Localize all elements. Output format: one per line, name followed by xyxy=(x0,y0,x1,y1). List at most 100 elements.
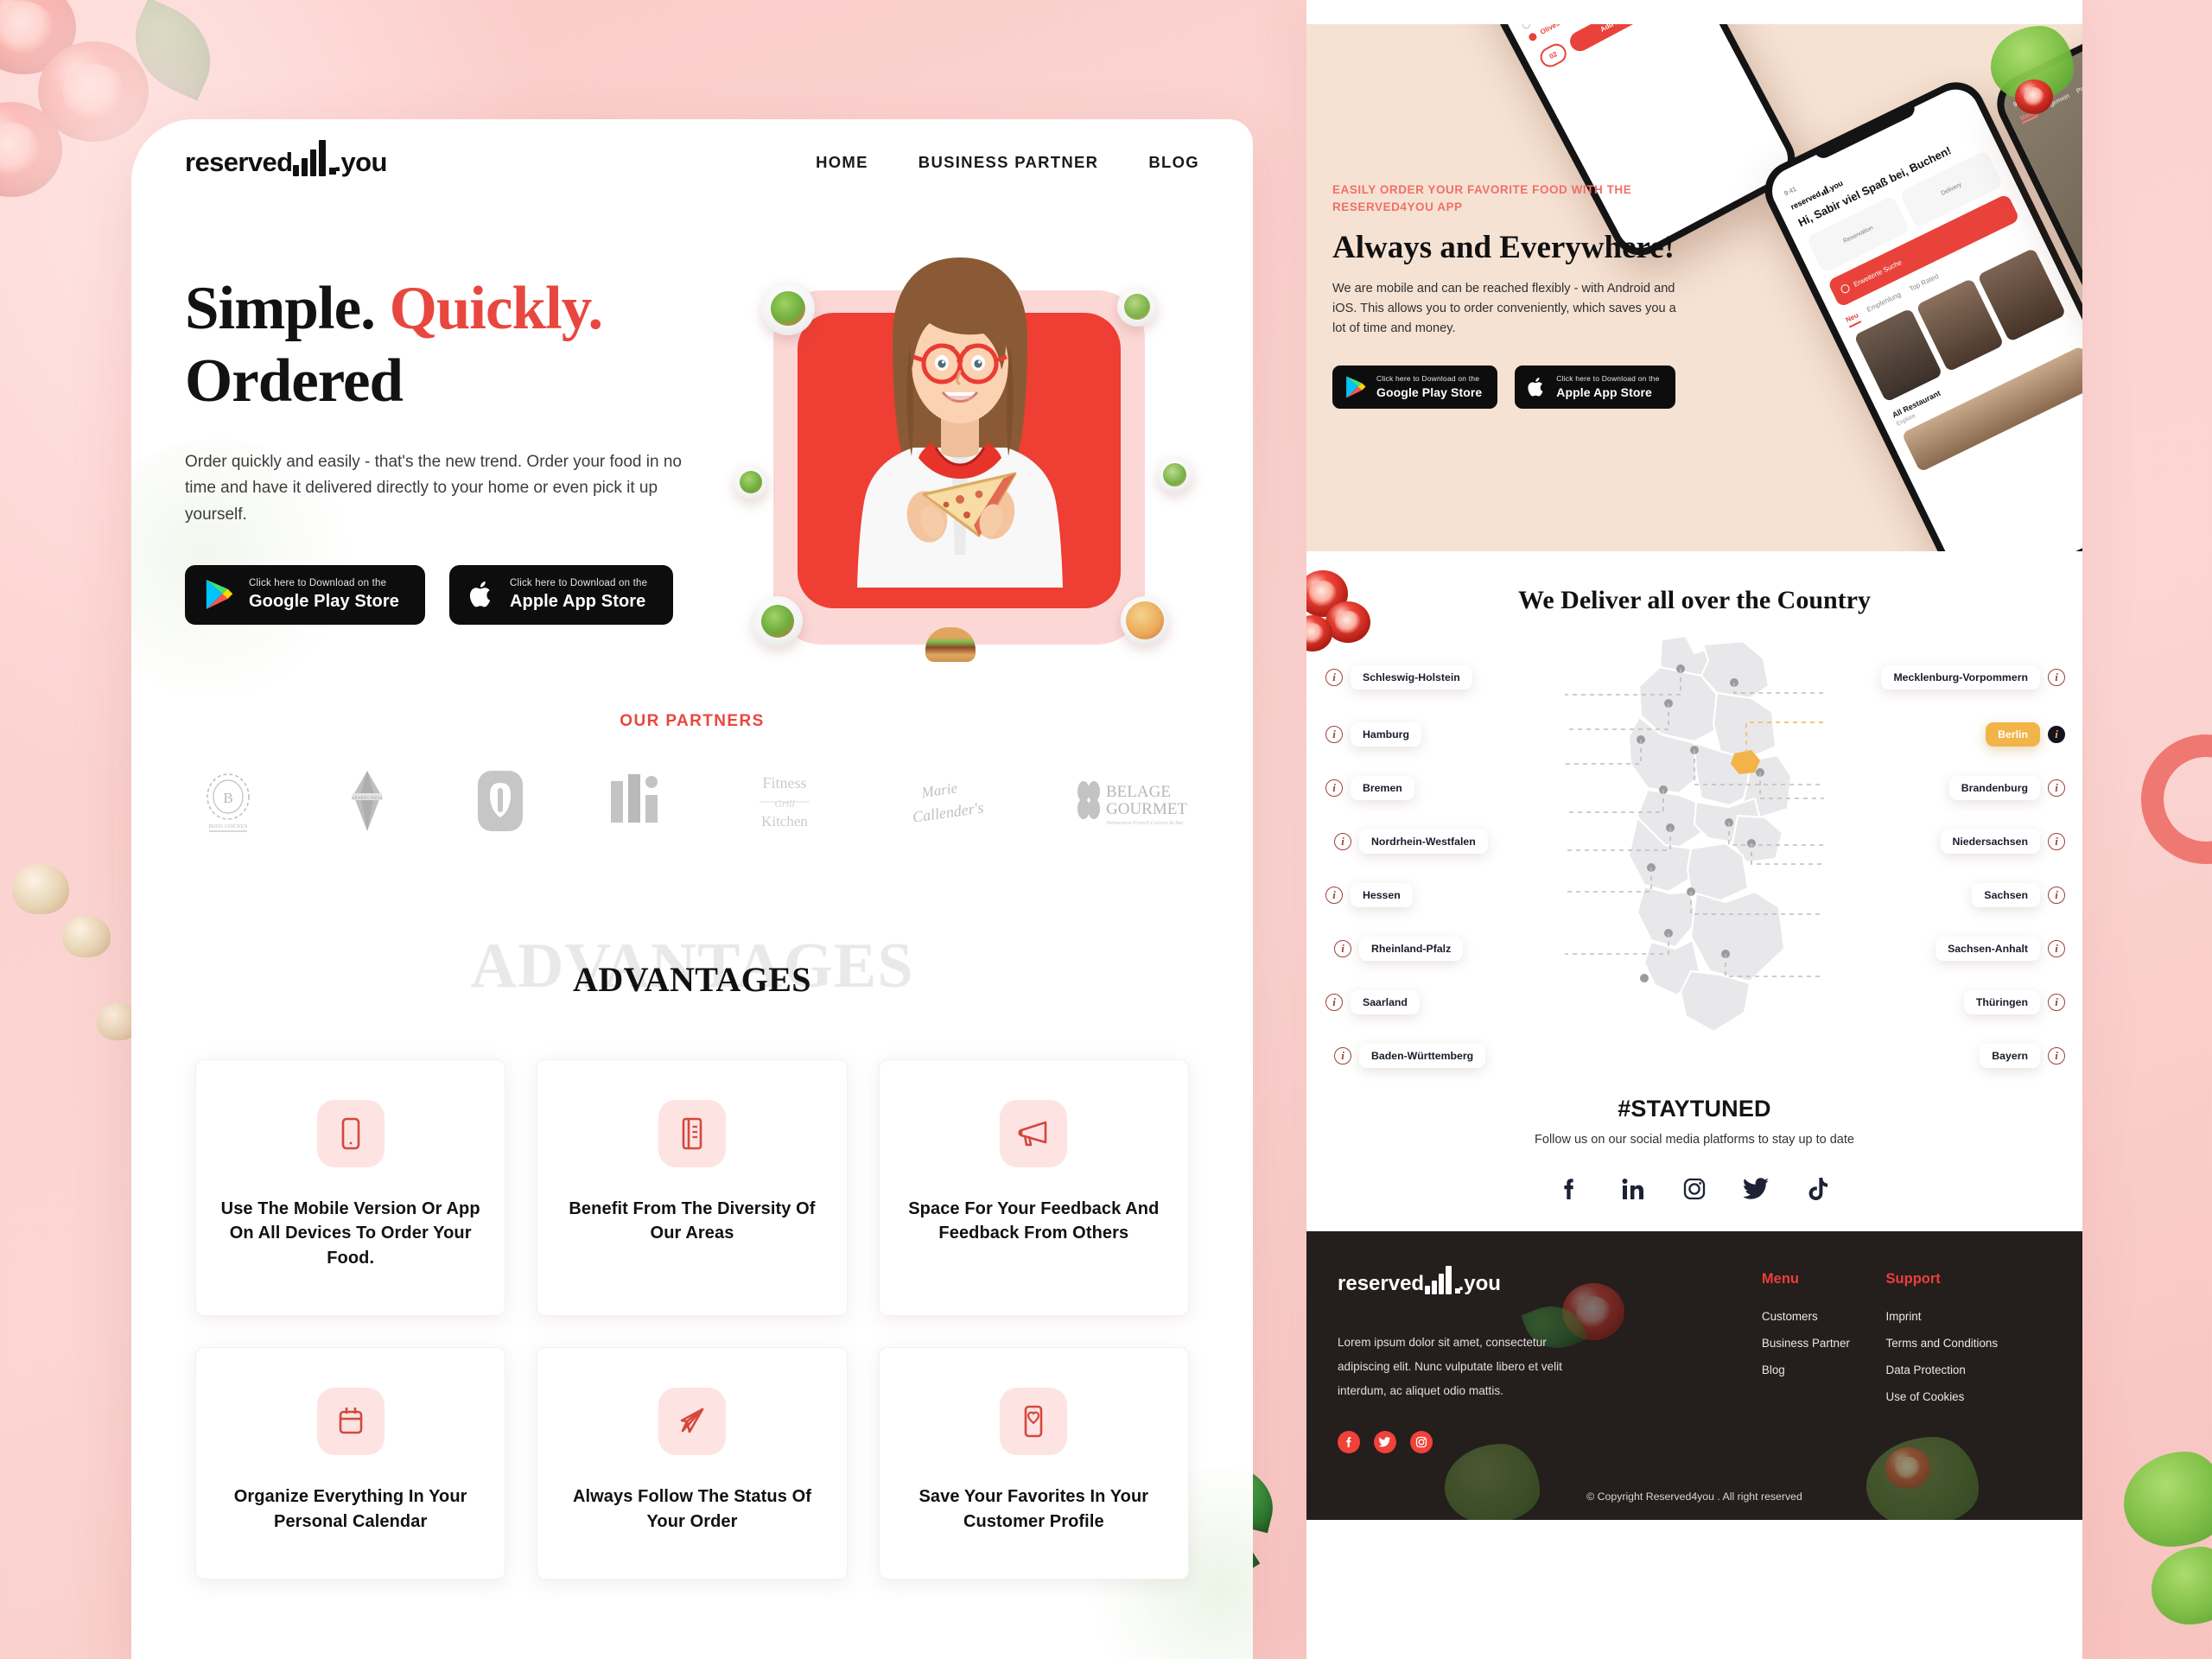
google-play-button[interactable]: Click here to Download on the Google Pla… xyxy=(1332,365,1498,410)
partner-logo-kearny-pizza[interactable]: KEARNY PIZZA xyxy=(342,769,392,833)
map-label-text[interactable]: Hamburg xyxy=(1351,722,1421,747)
nav-item-blog[interactable]: BLOG xyxy=(1148,153,1199,172)
apple-store-button[interactable]: Click here to Download on the Apple App … xyxy=(448,564,674,626)
advantage-card[interactable]: Space For Your Feedback And Feedback Fro… xyxy=(878,1059,1189,1317)
tomato-decor-icon xyxy=(0,0,76,74)
instagram-icon[interactable] xyxy=(1410,1430,1433,1453)
advantages-grid: Use The Mobile Version Or App On All Dev… xyxy=(185,1059,1199,1580)
map-label-hamburg[interactable]: i Hamburg xyxy=(1325,722,1421,747)
footer-link-imprint[interactable]: Imprint xyxy=(1886,1310,2051,1323)
map-label-sachsen-anhalt[interactable]: Sachsen-Anhalt i xyxy=(1936,937,2065,961)
instagram-icon[interactable] xyxy=(1681,1176,1707,1202)
map-label-hessen[interactable]: i Hessen xyxy=(1325,883,1413,907)
map-label-bremen[interactable]: i Bremen xyxy=(1325,776,1414,800)
map-label-rheinland-pfalz[interactable]: i Rheinland-Pfalz xyxy=(1334,937,1464,961)
map-label-text[interactable]: Rheinland-Pfalz xyxy=(1359,937,1464,961)
footer-link-terms[interactable]: Terms and Conditions xyxy=(1886,1337,2051,1350)
info-icon[interactable]: i xyxy=(1325,669,1343,686)
footer-link-customers[interactable]: Customers xyxy=(1762,1310,1886,1323)
partners-section: OUR PARTNERS B BIJOU CHICKEN KEARNY PIZZ… xyxy=(171,712,1213,835)
map-label-bayern[interactable]: Bayern i xyxy=(1980,1044,2065,1068)
partner-logo-bijou-chicken[interactable]: B BIJOU CHICKEN xyxy=(197,767,259,835)
advantage-card[interactable]: Benefit From The Diversity Of Our Areas xyxy=(537,1059,848,1317)
map-label-thueringen[interactable]: Thüringen i xyxy=(1963,990,2065,1014)
map-label-text[interactable]: Hessen xyxy=(1351,883,1413,907)
map-label-text[interactable]: Mecklenburg-Vorpommern xyxy=(1881,665,2040,690)
linkedin-icon[interactable] xyxy=(1619,1176,1645,1202)
advantage-card[interactable]: Use The Mobile Version Or App On All Dev… xyxy=(195,1059,506,1317)
nav-item-business-partner[interactable]: BUSINESS PARTNER xyxy=(918,153,1099,172)
advantage-card[interactable]: Save Your Favorites In Your Customer Pro… xyxy=(878,1347,1189,1580)
map-label-saarland[interactable]: i Saarland xyxy=(1325,990,1420,1014)
apple-store-button[interactable]: Click here to Download on the Apple App … xyxy=(1515,365,1675,410)
map-label-berlin[interactable]: Berlin i xyxy=(1986,722,2065,747)
partner-logo-shield[interactable] xyxy=(474,767,526,835)
info-icon[interactable]: i xyxy=(1334,1047,1351,1065)
partner-logo-marie-callenders[interactable]: Marie Callender's xyxy=(906,774,990,828)
twitter-icon[interactable] xyxy=(1374,1430,1396,1453)
partner-logo-fitness-kitchen[interactable]: Fitness Grill Kitchen xyxy=(746,769,823,833)
map-label-text[interactable]: Baden-Württemberg xyxy=(1359,1044,1486,1068)
map-label-text[interactable]: Sachsen xyxy=(1972,883,2040,907)
map-label-text[interactable]: Schleswig-Holstein xyxy=(1351,665,1472,690)
info-icon[interactable]: i xyxy=(2048,833,2065,850)
stay-tuned-section: #STAYTUNED Follow us on our social media… xyxy=(1306,26,2082,1231)
partner-logo-belage-gourmet[interactable]: BELAGE GOURMET Vietnamese-French Cuisine… xyxy=(1073,774,1187,828)
lettuce-decor-icon xyxy=(2124,1452,2212,1547)
nav-item-home[interactable]: HOME xyxy=(816,153,868,172)
info-icon[interactable]: i xyxy=(2048,1047,2065,1065)
page-footer: reserved .you Lorem ipsum dolor sit amet… xyxy=(1306,1231,2082,1520)
brand-logo[interactable]: reserved .you xyxy=(185,140,387,178)
footer-logo[interactable]: reserved .you xyxy=(1338,1266,1611,1296)
tiktok-icon[interactable] xyxy=(1806,1176,1832,1202)
info-icon[interactable]: i xyxy=(1325,994,1343,1011)
map-label-text[interactable]: Thüringen xyxy=(1963,990,2040,1014)
info-icon[interactable]: i xyxy=(1334,940,1351,957)
info-icon[interactable]: i xyxy=(2048,726,2065,743)
info-icon[interactable]: i xyxy=(2048,940,2065,957)
footer-link-cookies[interactable]: Use of Cookies xyxy=(1886,1390,2051,1403)
map-label-text[interactable]: Bremen xyxy=(1351,776,1414,800)
map-label-text[interactable]: Sachsen-Anhalt xyxy=(1936,937,2040,961)
map-label-text[interactable]: Berlin xyxy=(1986,722,2040,747)
info-icon[interactable]: i xyxy=(1334,833,1351,850)
map-label-text[interactable]: Saarland xyxy=(1351,990,1420,1014)
map-label-schleswig-holstein[interactable]: i Schleswig-Holstein xyxy=(1325,665,1472,690)
map-label-niedersachsen[interactable]: Niedersachsen i xyxy=(1940,830,2065,854)
twitter-icon[interactable] xyxy=(1744,1176,1770,1202)
map-label-sachsen[interactable]: Sachsen i xyxy=(1972,883,2065,907)
google-play-button[interactable]: Click here to Download on the Google Pla… xyxy=(185,564,425,626)
info-icon[interactable]: i xyxy=(2048,669,2065,686)
map-label-text[interactable]: Brandenburg xyxy=(1948,776,2040,800)
svg-text:B: B xyxy=(223,790,232,806)
footer-link-business-partner[interactable]: Business Partner xyxy=(1762,1337,1886,1350)
map-label-text[interactable]: Nordrhein-Westfalen xyxy=(1359,830,1488,854)
info-icon[interactable]: i xyxy=(1325,887,1343,904)
info-icon[interactable]: i xyxy=(1325,726,1343,743)
info-icon[interactable]: i xyxy=(2048,887,2065,904)
info-icon[interactable]: i xyxy=(2048,779,2065,797)
salad-bowl-decor-icon xyxy=(752,596,803,646)
mushroom-decor-icon xyxy=(12,864,69,914)
info-icon[interactable]: i xyxy=(2048,994,2065,1011)
hero-store-buttons: Click here to Download on the Google Pla… xyxy=(185,564,723,626)
apple-store-caption: Click here to Download on the xyxy=(509,577,648,588)
map-label-nordrhein-westfalen[interactable]: i Nordrhein-Westfalen xyxy=(1334,830,1488,854)
facebook-icon[interactable] xyxy=(1338,1430,1360,1453)
footer-link-data-protection[interactable]: Data Protection xyxy=(1886,1363,2051,1376)
map-label-baden-wuerttemberg[interactable]: i Baden-Württemberg xyxy=(1334,1044,1486,1068)
info-icon[interactable]: i xyxy=(1325,779,1343,797)
footer-support-column: Support Imprint Terms and Conditions Dat… xyxy=(1886,1271,2051,1453)
facebook-icon[interactable] xyxy=(1557,1176,1583,1202)
partner-logo-blocks[interactable] xyxy=(609,774,663,828)
advantage-card[interactable]: Always Follow The Status Of Your Order xyxy=(537,1347,848,1580)
map-label-mecklenburg-vorpommern[interactable]: Mecklenburg-Vorpommern i xyxy=(1881,665,2065,690)
map-label-brandenburg[interactable]: Brandenburg i xyxy=(1948,776,2065,800)
advantage-label: Use The Mobile Version Or App On All Dev… xyxy=(220,1199,480,1268)
map-label-text[interactable]: Bayern xyxy=(1980,1044,2040,1068)
advantages-section: ADVANTAGES ADVANTAGES Use The Mobile Ver… xyxy=(171,928,1213,1580)
advantage-card[interactable]: Organize Everything In Your Personal Cal… xyxy=(195,1347,506,1580)
map-label-text[interactable]: Niedersachsen xyxy=(1940,830,2040,854)
footer-link-blog[interactable]: Blog xyxy=(1762,1363,1886,1376)
app-promo-description: We are mobile and can be reached flexibl… xyxy=(1332,281,1676,336)
